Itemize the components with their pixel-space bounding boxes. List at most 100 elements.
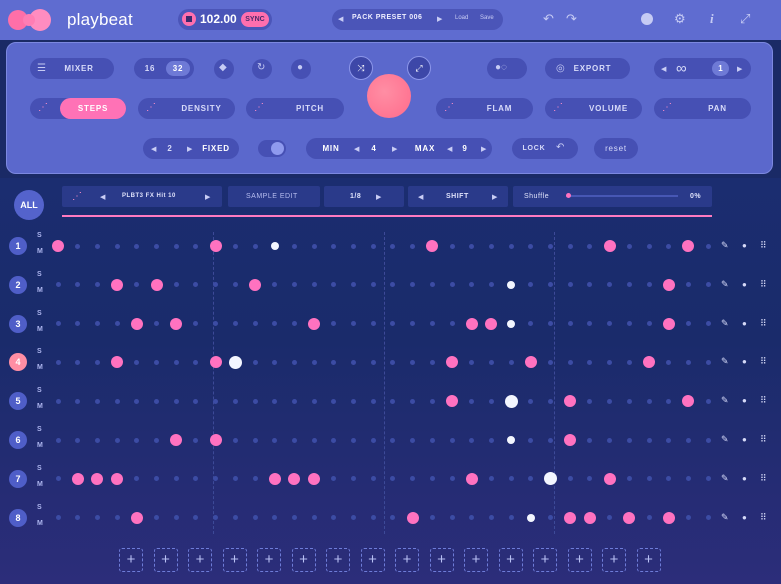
step-off[interactable] (488, 437, 494, 443)
step-off[interactable] (154, 398, 159, 404)
step-off[interactable] (626, 437, 632, 443)
steps-16-button[interactable]: 16 (140, 58, 160, 79)
step-off[interactable] (154, 437, 159, 443)
mute-button[interactable]: M (37, 326, 43, 333)
dice-button[interactable] (487, 58, 527, 79)
drag-handle-icon[interactable]: ⠿ (760, 395, 767, 406)
min-prev-icon[interactable]: ◀ (354, 145, 359, 153)
drag-handle-icon[interactable]: ⠿ (760, 318, 767, 329)
step-off[interactable] (567, 359, 573, 365)
shuffle-slider[interactable] (566, 195, 678, 197)
step-off[interactable] (154, 243, 159, 249)
preset-prev-icon[interactable]: ◀ (338, 15, 343, 23)
step-off[interactable] (626, 243, 632, 249)
drag-handle-icon[interactable]: ⠿ (760, 512, 767, 523)
step-off[interactable] (55, 282, 61, 288)
step-off[interactable] (134, 437, 140, 443)
step-off[interactable] (449, 515, 455, 521)
step-on[interactable] (504, 394, 518, 408)
step-off[interactable] (410, 359, 416, 365)
step-off[interactable] (370, 359, 376, 365)
step-off[interactable] (94, 515, 100, 521)
step-off[interactable] (429, 515, 435, 521)
step-on[interactable] (662, 278, 675, 291)
step-off[interactable] (370, 437, 376, 443)
step-off[interactable] (390, 243, 396, 249)
add-step-button[interactable]: + (188, 548, 212, 572)
sample-name[interactable]: PLBT3 FX Hit 10 (122, 193, 176, 199)
row-number-3[interactable]: 3 (9, 314, 27, 333)
fixed-next-icon[interactable]: ▶ (187, 145, 192, 153)
step-off[interactable] (291, 243, 297, 249)
step-off[interactable] (528, 243, 534, 249)
edit-row-icon[interactable]: ✎ (721, 434, 729, 445)
step-off[interactable] (607, 359, 613, 365)
drag-handle-icon[interactable]: ⠿ (760, 240, 767, 251)
add-step-button[interactable]: + (464, 548, 488, 572)
step-off[interactable] (705, 243, 711, 249)
preset-next-icon[interactable]: ▶ (437, 15, 442, 23)
edit-row-icon[interactable]: ✎ (721, 395, 729, 406)
add-step-button[interactable]: + (636, 548, 661, 572)
step-off[interactable] (114, 321, 120, 327)
step-off[interactable] (55, 321, 61, 327)
loop-prev-icon[interactable]: ◀ (661, 65, 666, 73)
step-off[interactable] (646, 321, 652, 327)
step-off[interactable] (567, 243, 573, 249)
min-next-icon[interactable]: ▶ (392, 145, 397, 153)
step-off[interactable] (429, 398, 435, 404)
step-off[interactable] (252, 437, 258, 443)
shuffle-icon[interactable]: ⤨ (349, 56, 373, 80)
step-on[interactable] (662, 317, 675, 330)
step-off[interactable] (587, 243, 593, 249)
step-off[interactable] (528, 437, 534, 443)
drag-handle-icon[interactable]: ⠿ (760, 434, 767, 445)
step-off[interactable] (488, 398, 494, 404)
mute-button[interactable]: M (37, 403, 43, 410)
step-on[interactable] (209, 240, 222, 252)
step-off[interactable] (705, 437, 711, 443)
step-off[interactable] (351, 359, 356, 365)
step-off[interactable] (351, 243, 356, 249)
step-off[interactable] (114, 515, 120, 521)
row-lock-icon[interactable]: ● (742, 319, 747, 328)
step-off[interactable] (410, 398, 416, 404)
mute-button[interactable]: M (37, 287, 43, 294)
add-step-button[interactable]: + (326, 548, 350, 572)
stop-button[interactable] (182, 12, 196, 26)
step-on[interactable] (583, 511, 596, 524)
shift-next-icon[interactable]: ▶ (492, 193, 497, 201)
step-off[interactable] (272, 398, 278, 404)
drag-handle-icon[interactable]: ⠿ (760, 473, 767, 484)
step-off[interactable] (705, 359, 711, 365)
step-on[interactable] (308, 317, 321, 330)
step-off[interactable] (351, 437, 356, 443)
step-off[interactable] (75, 398, 81, 404)
step-off[interactable] (469, 398, 475, 404)
step-off[interactable] (252, 243, 258, 249)
add-step-button[interactable]: + (222, 548, 247, 572)
step-on[interactable] (564, 511, 577, 524)
step-off[interactable] (626, 359, 632, 365)
step-off[interactable] (548, 359, 553, 365)
step-off[interactable] (449, 321, 455, 327)
drag-handle-icon[interactable]: ⠿ (760, 356, 767, 367)
step-off[interactable] (311, 359, 317, 365)
step-off[interactable] (331, 243, 337, 249)
step-off[interactable] (449, 282, 455, 288)
step-off[interactable] (548, 437, 553, 443)
step-on[interactable] (603, 472, 616, 485)
step-off[interactable] (626, 321, 632, 327)
step-off[interactable] (173, 398, 179, 404)
step-off[interactable] (232, 515, 238, 521)
mute-button[interactable]: M (37, 364, 43, 371)
step-off[interactable] (193, 437, 199, 443)
step-on[interactable] (111, 278, 124, 291)
loop-next-icon[interactable]: ▶ (737, 65, 742, 73)
step-on[interactable] (507, 280, 516, 289)
row-number-1[interactable]: 1 (9, 237, 27, 255)
edit-row-icon[interactable]: ✎ (721, 318, 729, 329)
step-off[interactable] (114, 243, 120, 249)
step-off[interactable] (646, 437, 652, 443)
step-off[interactable] (252, 321, 258, 327)
